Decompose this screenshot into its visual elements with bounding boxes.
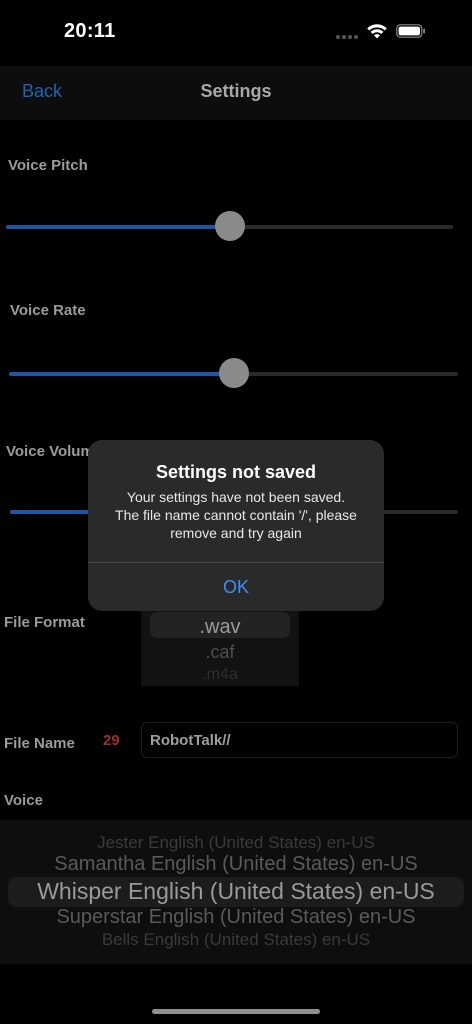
alert-ok-button[interactable]: OK <box>88 563 384 611</box>
alert-title: Settings not saved <box>155 462 317 482</box>
settings-screen: 20:11 Back Settings Voice Pitch Voice Ra… <box>0 0 472 1024</box>
home-indicator <box>152 1009 320 1014</box>
alert-message-line: Your settings have not been saved. <box>126 489 346 505</box>
alert-message-line: remove and try again <box>170 525 302 541</box>
alert-message-line: The file name cannot contain '/', please <box>115 507 357 523</box>
settings-not-saved-alert: Settings not saved Your settings have no… <box>88 440 384 611</box>
alert-message: Your settings have not been saved. The f… <box>102 488 370 542</box>
